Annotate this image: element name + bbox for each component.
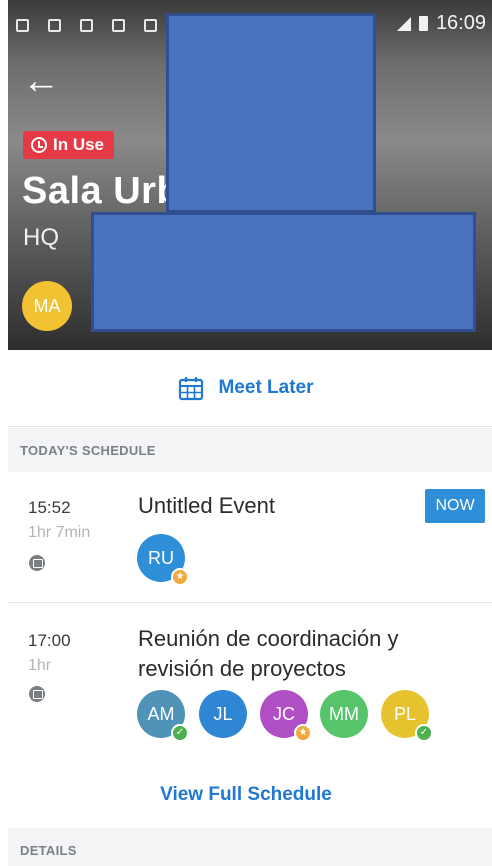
attendee-avatar[interactable]: RU ★ [137, 534, 189, 586]
divider [8, 602, 492, 603]
event-title-line2: revisión de proyectos [138, 656, 346, 681]
calendar-notification-icon [144, 19, 157, 32]
redaction-box [91, 212, 476, 332]
event-time: 17:00 [28, 631, 71, 650]
view-full-schedule-button[interactable]: View Full Schedule [0, 770, 492, 820]
now-badge: NOW [425, 489, 485, 523]
occupant-avatar[interactable]: MA [22, 281, 72, 331]
event-time: 15:52 [28, 498, 71, 517]
meet-later-button[interactable]: Meet Later [0, 350, 492, 426]
accepted-check-icon: ✓ [415, 724, 433, 742]
battery-icon [418, 16, 428, 31]
event-duration: 1hr 7min [28, 524, 91, 541]
room-header: 16:09 ← In Use Sala Urb HQ MA [8, 0, 492, 350]
calendar-icon [179, 377, 204, 401]
youtube-notification-icon [16, 19, 29, 32]
room-location: HQ [23, 224, 59, 251]
accepted-check-icon: ✓ [171, 724, 189, 742]
calendar-icon [29, 555, 45, 571]
attendee-avatar[interactable]: JL [199, 690, 247, 738]
calendar-icon [29, 686, 45, 702]
attendee-avatar[interactable]: PL ✓ [381, 690, 433, 742]
in-use-label: In Use [53, 135, 105, 154]
in-use-badge: In Use [23, 131, 115, 159]
image-notification-icon [48, 19, 61, 32]
attendee-avatar[interactable]: JC ★ [260, 690, 312, 742]
app-notification-icon [112, 19, 125, 32]
signal-icon [396, 16, 411, 31]
back-arrow-icon[interactable]: ← [22, 62, 60, 100]
organizer-star-icon: ★ [294, 724, 312, 742]
event-title: Untitled Event [138, 493, 275, 518]
attendee-avatar[interactable]: AM ✓ [137, 690, 189, 742]
details-header: DETAILS [8, 828, 492, 866]
status-time: 16:09 [435, 12, 486, 34]
room-name: Sala Urb [22, 170, 181, 212]
divider [8, 426, 492, 427]
meet-later-label: Meet Later [218, 377, 314, 398]
redaction-box [166, 13, 376, 213]
event-duration: 1hr [28, 657, 52, 674]
status-indicators: 16:09 [396, 12, 486, 35]
attendee-avatar[interactable]: MM [320, 690, 368, 738]
organizer-star-icon: ★ [171, 568, 189, 586]
event-title-line1: Reunión de coordinación y [138, 626, 399, 651]
gmail-notification-icon [80, 19, 93, 32]
clock-icon [31, 137, 47, 153]
todays-schedule-header: TODAY'S SCHEDULE [8, 428, 492, 472]
